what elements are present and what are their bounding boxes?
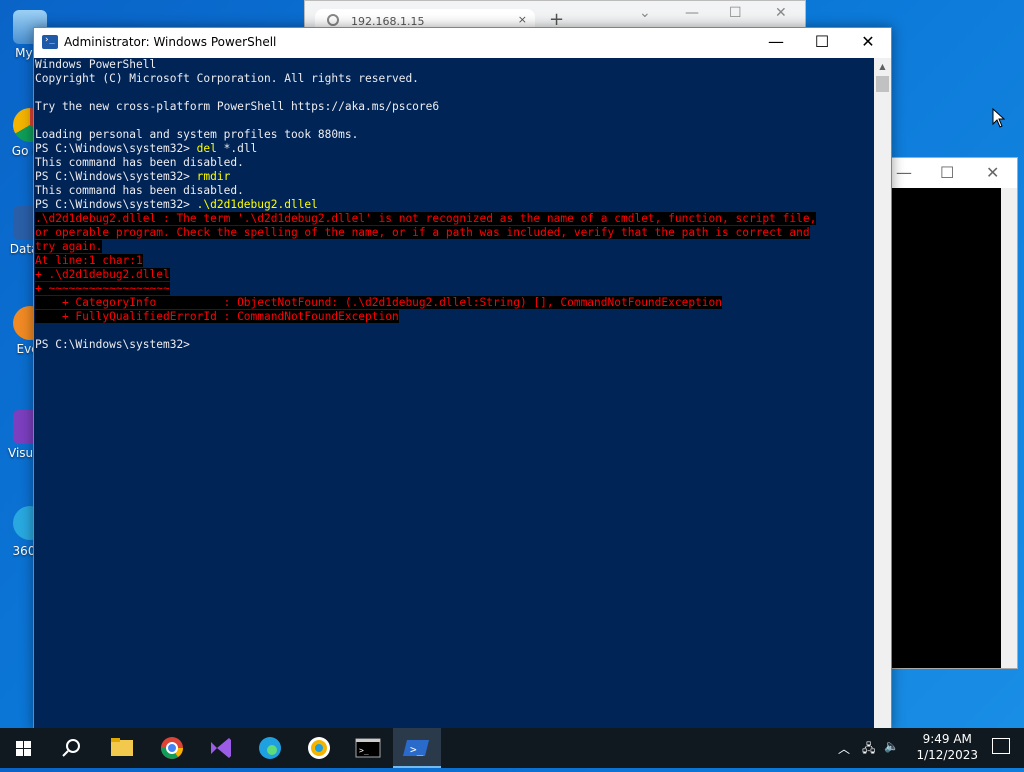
search-button[interactable]: [48, 728, 96, 768]
console-line: Windows PowerShell: [35, 58, 157, 71]
error-text: At line:1 char:1: [35, 254, 143, 267]
tab-close-icon[interactable]: ×: [518, 13, 527, 26]
error-text: or operable program. Check the spelling …: [35, 226, 810, 239]
maximize-button[interactable]: ☐: [729, 5, 742, 21]
error-text: try again.: [35, 240, 103, 253]
console-line: Copyright (C) Microsoft Corporation. All…: [35, 72, 419, 85]
error-line: or operable program. Check the spelling …: [35, 226, 874, 240]
error-text: .\d2d1debug2.dllel : The term '.\d2d1deb…: [35, 212, 817, 225]
scroll-up-arrow-icon[interactable]: ▲: [874, 58, 891, 75]
taskbar-clock[interactable]: 9:49 AM 1/12/2023: [916, 731, 978, 763]
error-text: + FullyQualifiedErrorId : CommandNotFoun…: [35, 310, 399, 323]
clock-date: 1/12/2023: [916, 748, 978, 762]
maximize-button[interactable]: ☐: [799, 28, 845, 58]
chevron-down-icon[interactable]: ⌄: [639, 5, 651, 21]
window-title: Administrator: Windows PowerShell: [64, 35, 277, 49]
folder-icon: [111, 738, 133, 756]
console-output[interactable]: Windows PowerShell Copyright (C) Microso…: [34, 58, 874, 729]
globe-icon: [327, 14, 339, 26]
error-text: + ~~~~~~~~~~~~~~~~~~: [35, 282, 170, 295]
powershell-icon: >_: [403, 740, 429, 756]
close-button[interactable]: ✕: [845, 28, 891, 58]
show-hidden-icons-chevron-icon[interactable]: ︿: [838, 740, 850, 757]
command: del: [196, 142, 217, 155]
search-icon: [62, 739, 80, 757]
command-argument: *.dll: [216, 142, 258, 155]
console-line: Try the new cross-platform PowerShell ht…: [35, 100, 440, 113]
console-command-line: PS C:\Windows\system32> rmdir: [35, 170, 874, 184]
taskbar-command-prompt[interactable]: >_: [344, 728, 392, 768]
mouse-cursor-icon: [992, 108, 1006, 128]
powershell-window[interactable]: Administrator: Windows PowerShell — ☐ ✕ …: [33, 27, 892, 730]
taskbar-powershell[interactable]: >_: [393, 728, 441, 768]
scrollbar[interactable]: [1001, 188, 1017, 668]
command: .\d2d1debug2.dllel: [196, 198, 318, 211]
prompt: PS C:\Windows\system32>: [35, 338, 197, 351]
start-button[interactable]: [0, 728, 48, 768]
close-button[interactable]: ✕: [775, 5, 787, 21]
powershell-titlebar[interactable]: Administrator: Windows PowerShell — ☐ ✕: [34, 28, 891, 58]
svg-text:>_: >_: [410, 743, 424, 756]
error-line: .\d2d1debug2.dllel : The term '.\d2d1deb…: [35, 212, 874, 226]
scrollbar-thumb[interactable]: [876, 76, 889, 92]
error-line: + ~~~~~~~~~~~~~~~~~~: [35, 282, 874, 296]
action-center-notification-icon[interactable]: [992, 738, 1010, 754]
network-icon[interactable]: 🖧: [862, 739, 875, 760]
minimize-button[interactable]: —: [896, 163, 912, 182]
background-console-titlebar[interactable]: — ☐ ✕: [892, 158, 1017, 188]
taskbar-chrome[interactable]: [148, 728, 196, 768]
prompt: PS C:\Windows\system32>: [35, 142, 197, 155]
prompt: PS C:\Windows\system32>: [35, 198, 197, 211]
360-browser-icon: [308, 737, 330, 759]
error-line: At line:1 char:1: [35, 254, 874, 268]
minimize-button[interactable]: —: [685, 5, 699, 21]
console-line: This command has been disabled.: [35, 184, 244, 197]
console-line: This command has been disabled.: [35, 156, 244, 169]
console-command-line: PS C:\Windows\system32> del *.dll: [35, 142, 874, 156]
error-line: + CategoryInfo : ObjectNotFound: (.\d2d1…: [35, 296, 874, 310]
visual-studio-icon: [211, 738, 231, 758]
taskbar-file-explorer[interactable]: [98, 728, 146, 768]
error-line: + FullyQualifiedErrorId : CommandNotFoun…: [35, 310, 874, 324]
console-line: Loading personal and system profiles too…: [35, 128, 359, 141]
svg-text:>_: >_: [359, 746, 369, 755]
maximize-button[interactable]: ☐: [940, 163, 954, 182]
command-prompt-icon: >_: [355, 738, 381, 758]
taskbar: >_ >_ ︿ 🖧 🔈 9:49 AM 1/12/2023: [0, 728, 1024, 768]
taskbar-360-browser[interactable]: [295, 728, 343, 768]
clock-time: 9:49 AM: [922, 732, 972, 746]
error-text: + CategoryInfo : ObjectNotFound: (.\d2d1…: [35, 296, 723, 309]
console-command-line: PS C:\Windows\system32> .\d2d1debug2.dll…: [35, 198, 874, 212]
error-line: try again.: [35, 240, 874, 254]
command: rmdir: [196, 170, 231, 183]
vertical-scrollbar[interactable]: ▲: [874, 58, 891, 729]
chrome-icon: [161, 737, 183, 759]
console-prompt-line[interactable]: PS C:\Windows\system32>: [35, 338, 874, 352]
taskbar-edge[interactable]: [246, 728, 294, 768]
minimize-button[interactable]: —: [753, 28, 799, 58]
taskbar-visual-studio[interactable]: [197, 728, 245, 768]
powershell-icon: [42, 35, 58, 49]
edge-icon: [259, 737, 281, 759]
background-console-window[interactable]: — ☐ ✕: [891, 157, 1018, 669]
close-button[interactable]: ✕: [986, 163, 999, 182]
volume-icon[interactable]: 🔈: [884, 739, 899, 753]
error-line: + .\d2d1debug2.dllel: [35, 268, 874, 282]
prompt: PS C:\Windows\system32>: [35, 170, 197, 183]
windows-logo-icon: [16, 741, 31, 756]
error-text: + .\d2d1debug2.dllel: [35, 268, 170, 281]
